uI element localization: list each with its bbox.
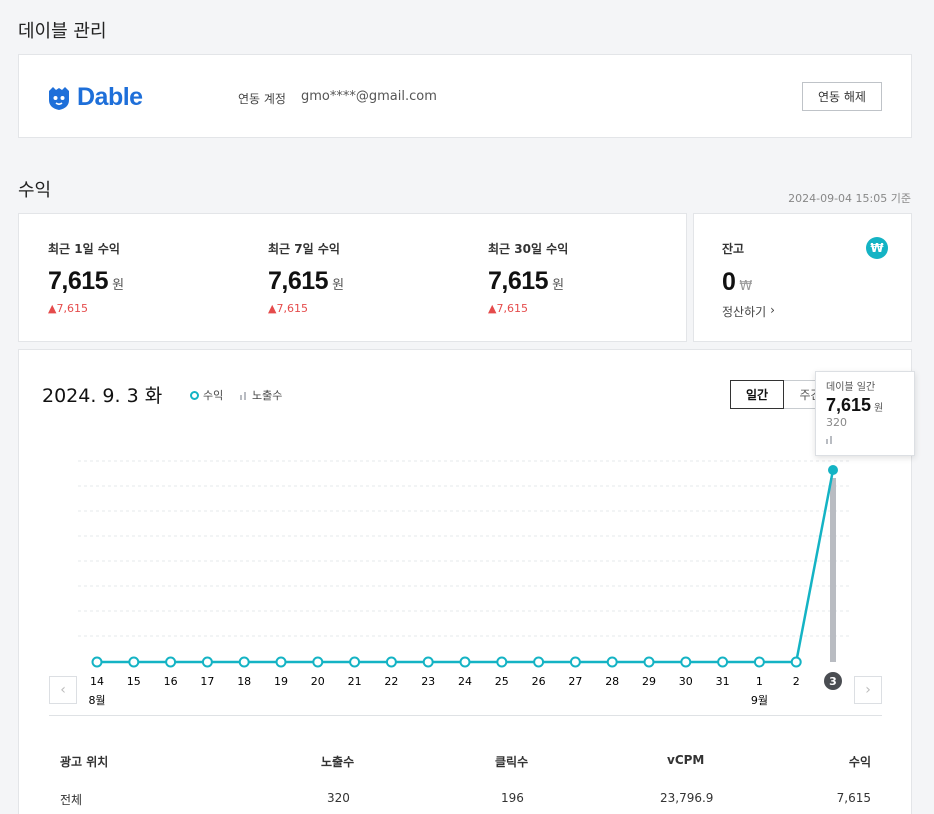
x-month-label: 8월 xyxy=(88,694,105,707)
x-tick-label: 22 xyxy=(384,675,398,688)
revenue-line-chart: 14 15 16 17 18 19 20 21 22 23 24 25 26 27 28 29 30 31 1 2 38… xyxy=(78,460,851,707)
x-tick-label: 19 xyxy=(274,675,288,688)
x-tick-label: 23 xyxy=(421,675,435,688)
x-tick-label: 18 xyxy=(237,675,251,688)
revenue-point xyxy=(312,656,324,668)
revenue-point xyxy=(385,656,397,668)
x-tick-label: 17 xyxy=(200,675,214,688)
x-tick-label: 25 xyxy=(495,675,509,688)
revenue-point xyxy=(238,656,250,668)
revenue-point xyxy=(459,656,471,668)
revenue-point xyxy=(753,656,765,668)
revenue-point xyxy=(349,656,361,668)
revenue-point xyxy=(422,656,434,668)
x-month-label: 9월 xyxy=(751,694,768,707)
revenue-point xyxy=(790,656,802,668)
x-tick-label: 28 xyxy=(605,675,619,688)
tooltip-unit: 원 xyxy=(874,403,884,414)
revenue-point xyxy=(533,656,545,668)
tooltip-impressions: 320 xyxy=(826,416,847,429)
tooltip-label: 데이블 일간 xyxy=(826,382,876,393)
x-tick-label: 2 xyxy=(793,675,800,688)
x-tick-label: 15 xyxy=(127,675,141,688)
chart-tooltip: 데이블 일간 7,615 원 320 xyxy=(815,371,915,456)
revenue-point-selected xyxy=(828,465,838,475)
revenue-point xyxy=(717,656,729,668)
x-tick-label: 1 xyxy=(756,675,763,688)
bar-chart-icon xyxy=(826,436,832,444)
revenue-point xyxy=(680,656,692,668)
x-tick-label: 21 xyxy=(348,675,362,688)
impression-bar xyxy=(830,478,836,662)
revenue-point xyxy=(606,656,618,668)
x-tick-label: 30 xyxy=(679,675,693,688)
revenue-point xyxy=(128,656,140,668)
x-tick-label: 27 xyxy=(568,675,582,688)
revenue-point xyxy=(91,656,103,668)
revenue-point xyxy=(643,656,655,668)
x-tick-label: 26 xyxy=(532,675,546,688)
revenue-point xyxy=(275,656,287,668)
x-tick-label: 31 xyxy=(716,675,730,688)
x-tick-label: 16 xyxy=(164,675,178,688)
x-tick-label: 14 xyxy=(90,675,104,688)
x-tick-label: 29 xyxy=(642,675,656,688)
x-tick-label: 3 xyxy=(829,675,837,688)
tooltip-value: 7,615 xyxy=(826,395,872,415)
revenue-line xyxy=(97,469,835,664)
revenue-point xyxy=(569,656,581,668)
revenue-point xyxy=(201,656,213,668)
x-tick-label: 24 xyxy=(458,675,472,688)
x-tick-label: 20 xyxy=(311,675,325,688)
revenue-point xyxy=(496,656,508,668)
revenue-point xyxy=(165,656,177,668)
